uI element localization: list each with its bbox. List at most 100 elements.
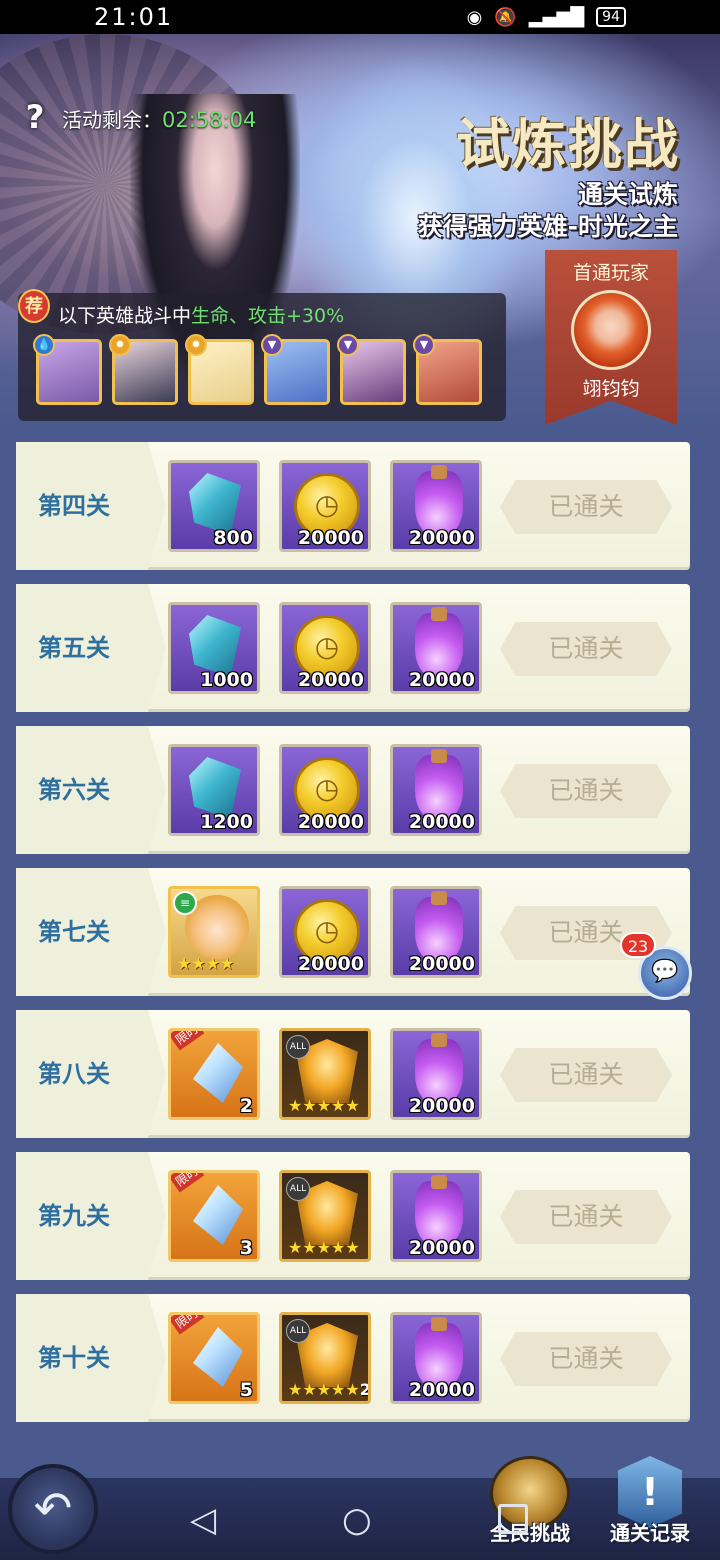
reward-count: 20000: [408, 811, 475, 833]
water-element-icon: 💧: [33, 334, 55, 356]
stage-row-8: 第八关 限时 2 ALL ★★★★★ 20000 已通关: [16, 1010, 690, 1138]
stage-label: 第八关: [38, 1060, 110, 1088]
reward-mask[interactable]: ALL ★★★★★: [279, 1028, 371, 1120]
subtitle-line2: 获得强力英雄-时光之主: [417, 212, 678, 241]
cleared-button[interactable]: 已通关: [500, 622, 672, 676]
dark-element-icon: ▼: [413, 334, 435, 356]
hero-stars: ★★★★: [177, 954, 235, 973]
reward-shard[interactable]: 限时 2: [168, 1028, 260, 1120]
stage-label: 第十关: [38, 1344, 110, 1372]
cleared-button[interactable]: 已通关: [500, 764, 672, 818]
help-icon[interactable]: ?: [20, 98, 50, 136]
crystal-icon: [189, 757, 241, 819]
hero-portrait-4[interactable]: ▼: [261, 334, 330, 405]
reward-mask[interactable]: ALL ★★★★★2: [279, 1312, 371, 1404]
reward-count: 1000: [200, 669, 253, 691]
timer-label: 活动剩余：: [62, 108, 162, 132]
stage-label: 第四关: [38, 492, 110, 520]
recommended-hero-list: 💧 ✹ ✹ ▼ ▼ ▼: [33, 334, 482, 405]
reward-coin[interactable]: ◷ 20000: [279, 602, 371, 694]
recommend-text-bonus: 生命、攻击+30%: [191, 305, 345, 327]
reward-shard[interactable]: 限时 5: [168, 1312, 260, 1404]
recommend-text: 以下英雄战斗中生命、攻击+30%: [58, 301, 344, 328]
recommend-badge: 荐: [18, 289, 50, 323]
status-time: 21:01: [94, 3, 174, 31]
back-button[interactable]: ↶: [8, 1464, 98, 1554]
eye-icon: ◉: [466, 6, 483, 28]
clear-records-button[interactable]: ! 通关记录: [604, 1456, 696, 1545]
shard-icon: [193, 1185, 243, 1245]
reward-potion[interactable]: 20000: [390, 1028, 482, 1120]
reward-count: 2: [359, 1380, 371, 1399]
reward-count: 20000: [297, 811, 364, 833]
reward-count: 20000: [408, 1237, 475, 1259]
all-tag: ALL: [286, 1177, 310, 1201]
light-element-icon: ✹: [109, 334, 131, 356]
stage-label: 第九关: [38, 1202, 110, 1230]
shard-icon: [193, 1327, 243, 1387]
cleared-button[interactable]: 已通关: [500, 1332, 672, 1386]
reward-shard[interactable]: 限时 3: [168, 1170, 260, 1262]
reward-potion[interactable]: 20000: [390, 1312, 482, 1404]
cleared-button[interactable]: 已通关: [500, 1048, 672, 1102]
all-tag: ALL: [286, 1035, 310, 1059]
system-recent-icon[interactable]: [498, 1504, 528, 1534]
signal-icon: ▂▄▆█: [528, 6, 585, 28]
reward-coin[interactable]: ◷ 20000: [279, 744, 371, 836]
reward-potion[interactable]: 20000: [390, 886, 482, 978]
hero-portrait-6[interactable]: ▼: [413, 334, 482, 405]
hero-portrait-1[interactable]: 💧: [33, 334, 102, 405]
reward-potion[interactable]: 20000: [390, 1170, 482, 1262]
reward-count: 3: [239, 1237, 253, 1259]
dark-element-icon: ▼: [261, 334, 283, 356]
stage-row-7: 第七关 ≡ ★★★★ ◷ 20000 20000 已通关: [16, 868, 690, 996]
chat-icon: 💬: [651, 959, 679, 984]
battery-icon: 94: [596, 7, 626, 27]
hero-portrait-5[interactable]: ▼: [337, 334, 406, 405]
stage-label: 第六关: [38, 776, 110, 804]
reward-crystal[interactable]: 800: [168, 460, 260, 552]
reward-crystal[interactable]: 1200: [168, 744, 260, 836]
reward-mask[interactable]: ALL ★★★★★: [279, 1170, 371, 1262]
first-clear-ribbon[interactable]: 首通玩家 翊钧钧: [545, 250, 677, 425]
crystal-icon: [189, 473, 241, 535]
clear-records-label: 通关记录: [610, 1521, 690, 1545]
reward-star-glyphs: ★★★★★: [288, 1380, 360, 1399]
wind-element-icon: ≡: [173, 891, 197, 915]
system-back-icon[interactable]: ◁: [190, 1500, 216, 1540]
cleared-button[interactable]: 已通关: [500, 480, 672, 534]
status-icons: ◉ 🔕 ▂▄▆█ 94: [467, 7, 626, 28]
all-tag: ALL: [286, 1319, 310, 1343]
reward-potion[interactable]: 20000: [390, 744, 482, 836]
reward-count: 20000: [408, 953, 475, 975]
reward-count: 20000: [297, 527, 364, 549]
reward-potion[interactable]: 20000: [390, 602, 482, 694]
event-timer: 活动剩余：02:58:04: [62, 104, 256, 133]
reward-count: 2: [239, 1095, 253, 1117]
reward-count: 800: [213, 527, 253, 549]
subtitle-line1: 通关试炼: [577, 180, 678, 209]
reward-count: 20000: [297, 953, 364, 975]
reward-coin[interactable]: ◷ 20000: [279, 886, 371, 978]
reward-hero[interactable]: ≡ ★★★★: [168, 886, 260, 978]
reward-count: 20000: [297, 669, 364, 691]
reward-count: 20000: [408, 1379, 475, 1401]
system-home-icon[interactable]: ○: [342, 1500, 372, 1540]
first-clear-avatar: [571, 290, 651, 370]
page-title: 试炼挑战: [456, 112, 680, 176]
reward-coin[interactable]: ◷ 20000: [279, 460, 371, 552]
limited-tag: 限时: [171, 1315, 205, 1335]
mute-icon: 🔕: [494, 6, 517, 28]
reward-count: 1200: [200, 811, 253, 833]
reward-stars: ★★★★★: [288, 1238, 360, 1257]
reward-count: 20000: [408, 669, 475, 691]
stage-row-9: 第九关 限时 3 ALL ★★★★★ 20000 已通关: [16, 1152, 690, 1280]
cleared-button[interactable]: 已通关: [500, 1190, 672, 1244]
limited-tag: 限时: [171, 1031, 205, 1051]
hero-portrait-2[interactable]: ✹: [109, 334, 178, 405]
reward-potion[interactable]: 20000: [390, 460, 482, 552]
stage-row-6: 第六关 1200 ◷ 20000 20000 已通关: [16, 726, 690, 854]
hero-portrait-3[interactable]: ✹: [185, 334, 254, 405]
reward-crystal[interactable]: 1000: [168, 602, 260, 694]
first-clear-player-name: 翊钧钧: [582, 378, 640, 400]
